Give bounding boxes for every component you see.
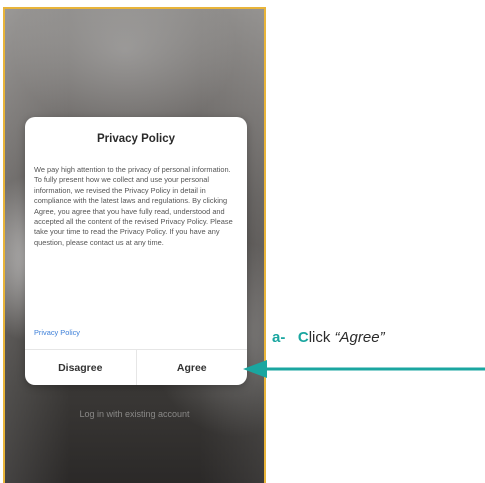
phone-screen: Privacy Policy We pay high attention to … — [3, 7, 266, 483]
instruction-quoted-target: “Agree” — [334, 329, 385, 346]
instruction-first-letter: C — [297, 329, 309, 346]
tutorial-stage: Privacy Policy We pay high attention to … — [0, 0, 485, 483]
privacy-policy-dialog: Privacy Policy We pay high attention to … — [25, 117, 247, 385]
login-existing-account-link[interactable]: Log in with existing account — [5, 409, 264, 419]
step-label: a- — [272, 329, 286, 346]
privacy-policy-link[interactable]: Privacy Policy — [34, 328, 80, 337]
instruction-text: lick — [308, 329, 335, 346]
dialog-title: Privacy Policy — [97, 133, 175, 145]
dialog-button-row: Disagree Agree — [25, 349, 247, 385]
disagree-button[interactable]: Disagree — [25, 350, 137, 385]
instruction-annotation: a- Click “Agree” — [272, 329, 385, 346]
pointer-arrow-icon — [243, 360, 485, 378]
dialog-body-text: We pay high attention to the privacy of … — [34, 165, 233, 247]
agree-button[interactable]: Agree — [137, 350, 248, 385]
